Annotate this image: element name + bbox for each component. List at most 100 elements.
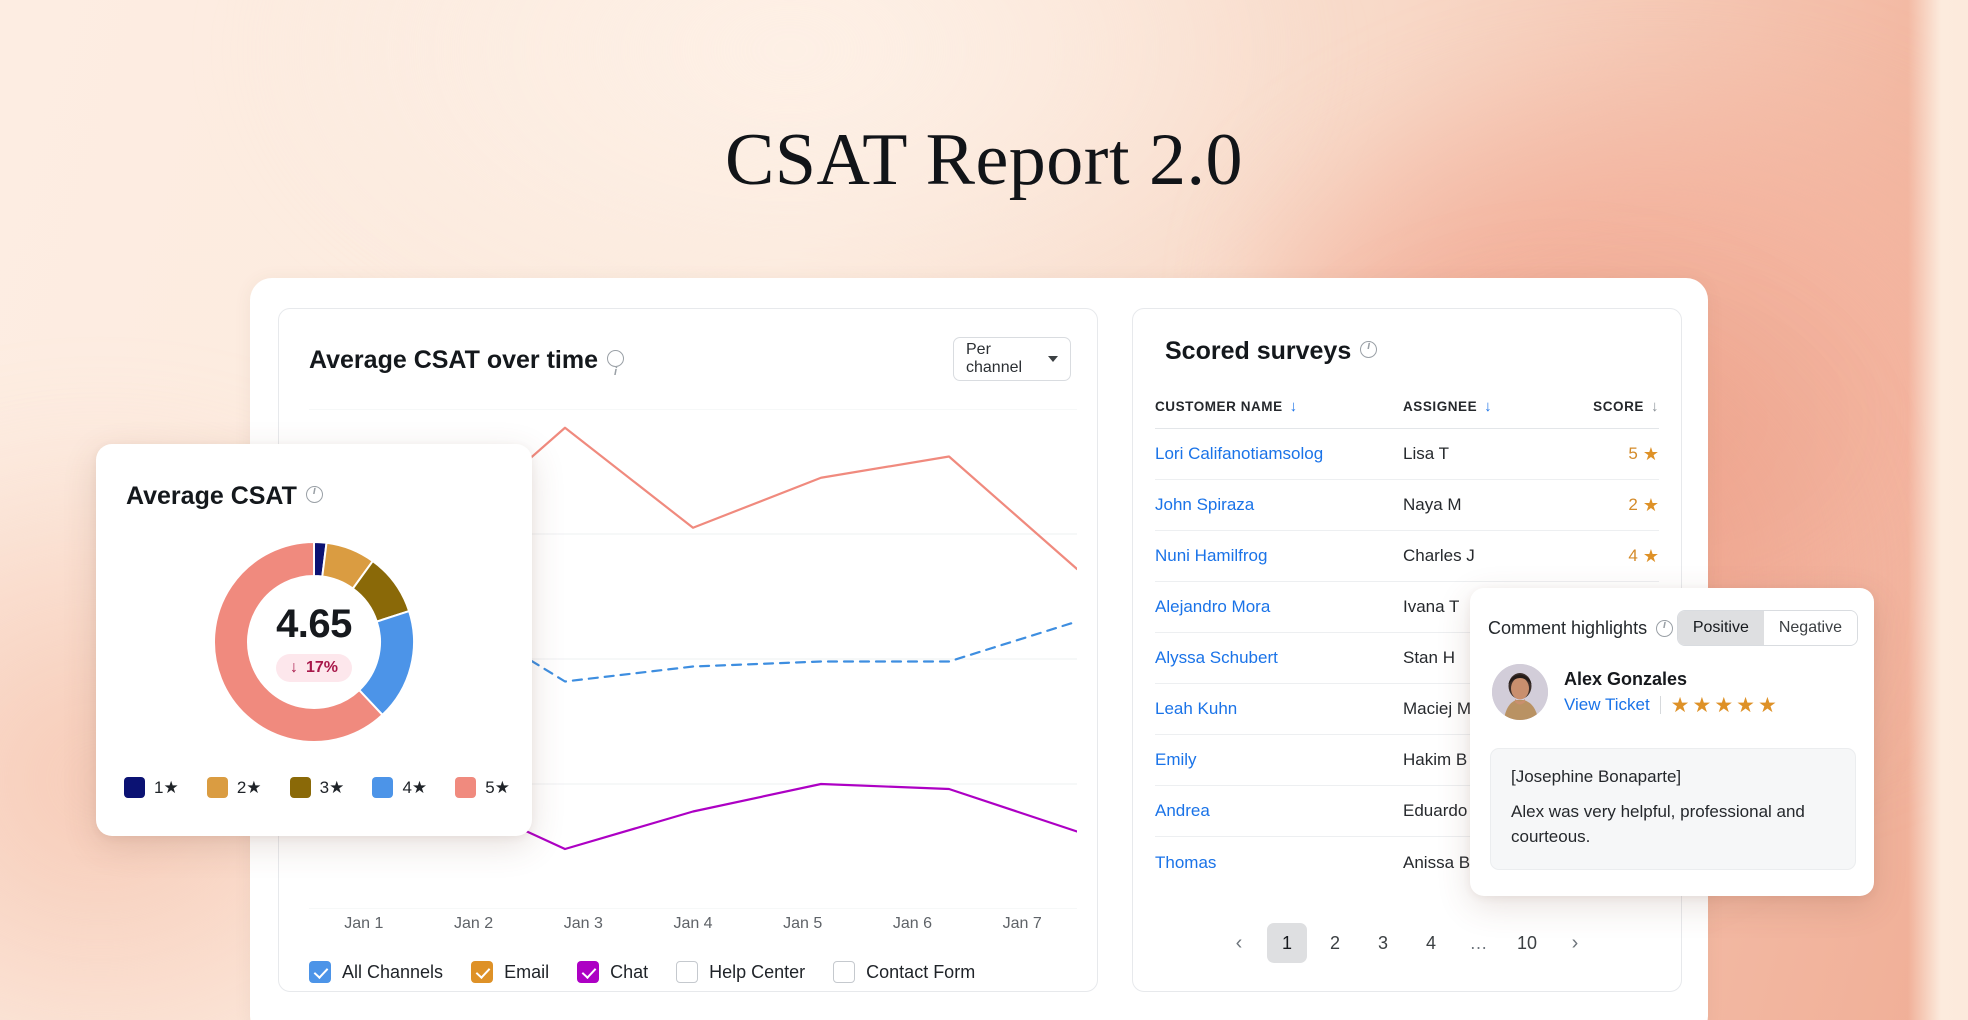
pagination-page-1[interactable]: 1: [1267, 923, 1307, 963]
legend-item-chat[interactable]: Chat: [577, 961, 648, 983]
chart-card-title-wrap: Average CSAT over time: [309, 337, 624, 395]
donut-legend-item-1star[interactable]: 1★: [124, 777, 179, 798]
color-swatch: [372, 777, 394, 798]
score-value: 4: [1628, 546, 1638, 565]
pagination-page-3[interactable]: 3: [1363, 923, 1403, 963]
table-row[interactable]: Lori Califanotiamsolog Lisa T 5 ★: [1155, 429, 1659, 480]
legend-item-contact-form[interactable]: Contact Form: [833, 961, 975, 983]
pagination-page-10[interactable]: 10: [1507, 923, 1547, 963]
x-axis-tick: Jan 4: [673, 915, 713, 932]
average-csat-card: Average CSAT 4.65 ↓ 17% 1★ 2★ 3★ 4★ 5★: [96, 444, 532, 836]
star-icon: ★: [1736, 693, 1755, 717]
comment-highlights-card: Comment highlights Positive Negative Ale…: [1470, 588, 1874, 896]
table-row[interactable]: John Spiraza Naya M 2 ★: [1155, 480, 1659, 531]
chart-x-axis: Jan 1 Jan 2 Jan 3 Jan 4 Jan 5 Jan 6 Jan 7: [309, 915, 1077, 933]
checkbox-icon[interactable]: [676, 961, 699, 983]
pagination-page-2[interactable]: 2: [1315, 923, 1355, 963]
donut-legend-label: 5★: [485, 777, 510, 797]
per-channel-select[interactable]: Per channel: [953, 337, 1071, 381]
cell-customer-name[interactable]: Leah Kuhn: [1155, 699, 1403, 719]
cell-customer-name[interactable]: John Spiraza: [1155, 495, 1403, 515]
legend-item-help-center[interactable]: Help Center: [676, 961, 805, 983]
avatar-photo: [1492, 664, 1548, 720]
legend-item-label: Email: [504, 961, 550, 982]
cell-score: 5 ★: [1563, 444, 1659, 464]
donut-legend-item-4star[interactable]: 4★: [372, 777, 427, 798]
chevron-left-icon[interactable]: ‹: [1219, 923, 1259, 963]
donut-chart-wrap: 4.65 ↓ 17%: [96, 536, 532, 748]
checkbox-icon[interactable]: [471, 961, 494, 983]
donut-legend: 1★ 2★ 3★ 4★ 5★: [124, 777, 510, 798]
cell-customer-name[interactable]: Lori Califanotiamsolog: [1155, 444, 1403, 464]
view-ticket-link[interactable]: View Ticket: [1564, 695, 1650, 715]
pagination-page-4[interactable]: 4: [1411, 923, 1451, 963]
donut-legend-label: 2★: [236, 777, 262, 797]
average-csat-title: Average CSAT: [126, 482, 297, 510]
average-csat-title-wrap: Average CSAT: [126, 482, 323, 511]
column-header-assignee-label: ASSIGNEE: [1403, 399, 1478, 414]
scored-surveys-title: Scored surveys: [1165, 337, 1352, 365]
pagination-ellipsis: …: [1469, 932, 1489, 953]
column-header-assignee[interactable]: ASSIGNEE ↓: [1403, 399, 1563, 414]
comment-quote-author: [Josephine Bonaparte]: [1511, 767, 1682, 786]
color-swatch: [289, 777, 311, 798]
legend-item-email[interactable]: Email: [471, 961, 549, 983]
info-icon[interactable]: [1656, 619, 1674, 637]
comment-quote: [Josephine Bonaparte] Alex was very help…: [1490, 748, 1856, 871]
chevron-down-icon: [1048, 356, 1058, 362]
donut-chart: 4.65 ↓ 17%: [208, 536, 420, 748]
legend-item-all-channels[interactable]: All Channels: [309, 961, 443, 983]
change-badge: ↓ 17%: [275, 654, 353, 682]
donut-legend-item-5star[interactable]: 5★: [455, 777, 510, 798]
info-icon[interactable]: [607, 349, 624, 395]
chart-legend: All Channels Email Chat Help Center Contact …: [309, 961, 975, 983]
chart-card-title: Average CSAT over time: [309, 346, 598, 374]
cell-customer-name[interactable]: Nuni Hamilfrog: [1155, 546, 1403, 566]
donut-legend-item-3star[interactable]: 3★: [289, 777, 345, 798]
x-axis-tick: Jan 3: [563, 915, 603, 932]
scored-surveys-title-wrap: Scored surveys: [1165, 337, 1378, 366]
star-icon: ★: [1642, 444, 1659, 464]
x-axis-tick: Jan 7: [1002, 915, 1042, 932]
cell-customer-name[interactable]: Emily: [1155, 750, 1403, 770]
x-axis-tick: Jan 2: [454, 915, 494, 932]
comment-highlights-header: Comment highlights Positive Negative: [1488, 610, 1858, 646]
cell-customer-name[interactable]: Thomas: [1155, 853, 1403, 873]
avatar: [1492, 664, 1548, 720]
checkbox-icon[interactable]: [577, 961, 600, 983]
arrow-down-icon: ↓: [289, 659, 298, 676]
cell-score: 2 ★: [1563, 495, 1659, 515]
checkbox-icon[interactable]: [309, 961, 331, 983]
chevron-right-icon[interactable]: ›: [1555, 923, 1595, 963]
comment-author-block: Alex Gonzales View Ticket ★ ★ ★ ★ ★: [1492, 664, 1777, 720]
table-row[interactable]: Nuni Hamilfrog Charles J 4 ★: [1155, 531, 1659, 582]
cell-assignee: Charles J: [1403, 546, 1475, 565]
arrow-down-icon: ↓: [1289, 398, 1298, 415]
cell-customer-name[interactable]: Alejandro Mora: [1155, 597, 1403, 617]
sentiment-filter: Positive Negative: [1676, 610, 1858, 646]
star-icon: ★: [1714, 693, 1734, 717]
filter-positive-button[interactable]: Positive: [1677, 611, 1764, 645]
color-swatch: [455, 777, 477, 798]
x-axis-tick: Jan 6: [892, 915, 933, 932]
star-icon: ★: [1670, 693, 1690, 717]
comment-author-meta: Alex Gonzales View Ticket ★ ★ ★ ★ ★: [1564, 669, 1777, 716]
comment-quote-body: Alex was very helpful, professional and …: [1511, 802, 1805, 846]
legend-item-label: Contact Form: [866, 961, 976, 982]
legend-item-label: Help Center: [709, 961, 806, 982]
donut-center: 4.65 ↓ 17%: [208, 536, 420, 748]
info-icon[interactable]: [305, 485, 323, 503]
change-badge-text: 17%: [305, 659, 339, 676]
cell-customer-name[interactable]: Alyssa Schubert: [1155, 648, 1403, 668]
donut-legend-item-2star[interactable]: 2★: [206, 777, 262, 798]
x-axis-tick: Jan 1: [344, 915, 384, 932]
checkbox-icon[interactable]: [833, 961, 856, 983]
rating-stars: ★ ★ ★ ★ ★: [1671, 695, 1777, 716]
cell-customer-name[interactable]: Andrea: [1155, 801, 1403, 821]
column-header-customer-name[interactable]: CUSTOMER NAME ↓: [1155, 399, 1403, 414]
filter-negative-button[interactable]: Negative: [1763, 611, 1857, 645]
donut-legend-label: 3★: [319, 777, 345, 797]
column-header-score-label: SCORE: [1593, 399, 1644, 414]
info-icon[interactable]: [1360, 340, 1378, 358]
column-header-score[interactable]: SCORE ↓: [1563, 399, 1659, 414]
